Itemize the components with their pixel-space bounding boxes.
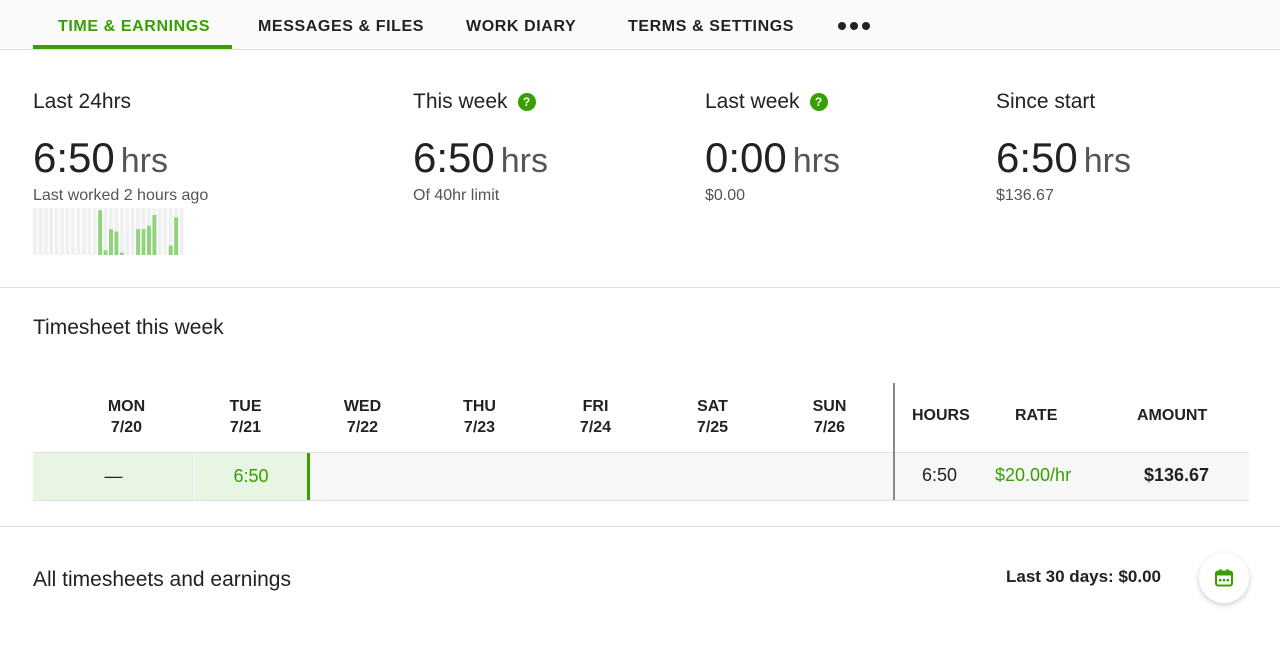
sparkline-bar xyxy=(141,229,146,255)
timesheet-amount: $136.67 xyxy=(1144,465,1210,485)
more-horizontal-icon[interactable] xyxy=(838,22,870,30)
sparkline-slot xyxy=(49,208,54,255)
sparkline-slot xyxy=(76,208,81,255)
day-header-fri: FRI 7/24 xyxy=(579,398,612,436)
stat-this-week-value: 6:50 hrs xyxy=(413,134,548,181)
stat-this-week-sub: Of 40hr limit xyxy=(413,187,500,204)
stat-since-start-label: Since start xyxy=(996,90,1096,113)
sparkline-bar xyxy=(103,250,108,255)
column-header-rate: RATE xyxy=(1015,407,1058,424)
all-timesheets-title: All timesheets and earnings xyxy=(33,568,291,591)
sparkline-slot xyxy=(81,208,86,255)
totals-separator xyxy=(893,383,895,500)
sparkline-slot xyxy=(130,208,135,255)
sparkline-bar xyxy=(114,231,119,255)
sparkline-bar xyxy=(136,229,141,255)
sparkline-slot xyxy=(33,208,37,255)
sparkline-slot xyxy=(43,208,48,255)
section-divider xyxy=(0,526,1280,527)
sparkline-slot xyxy=(125,208,130,255)
column-header-hours: HOURS xyxy=(912,407,970,424)
column-header-amount: AMOUNT xyxy=(1137,407,1208,424)
sparkline-slot xyxy=(60,208,65,255)
sparkline-slot xyxy=(54,208,59,255)
stat-last24-sub: Last worked 2 hours ago xyxy=(33,187,209,204)
stat-last24-label: Last 24hrs xyxy=(33,90,132,113)
day-header-thu: THU 7/23 xyxy=(463,398,496,436)
help-icon[interactable]: ? xyxy=(517,93,536,111)
day-header-tue: TUE 7/21 xyxy=(229,398,262,436)
activity-sparkline xyxy=(33,208,184,255)
sparkline-bar xyxy=(168,245,173,255)
stat-last-week-sub: $0.00 xyxy=(705,187,746,204)
stat-since-start-sub: $136.67 xyxy=(996,187,1054,204)
sparkline-slot xyxy=(179,208,184,255)
tab-terms-settings[interactable]: TERMS & SETTINGS xyxy=(628,18,794,36)
sparkline-slot xyxy=(119,208,124,255)
calendar-button[interactable] xyxy=(1199,553,1249,603)
sparkline-bar xyxy=(147,225,151,255)
sparkline-slot xyxy=(87,208,92,255)
sparkline-bar xyxy=(98,210,103,255)
sparkline-slot xyxy=(71,208,75,255)
sparkline-bar xyxy=(109,229,113,255)
timesheet-title: Timesheet this week xyxy=(33,316,224,339)
today-indicator xyxy=(307,453,310,500)
sparkline-slot xyxy=(65,208,70,255)
calendar-icon xyxy=(1215,569,1233,587)
day-header-mon: MON 7/20 xyxy=(107,398,146,436)
day-header-sat: SAT 7/25 xyxy=(696,398,729,436)
sparkline-slot xyxy=(38,208,43,255)
timesheet-rate: $20.00/hr xyxy=(995,465,1072,485)
timesheet-cell-tue[interactable]: 6:50 xyxy=(195,453,307,500)
tab-bar: TIME & EARNINGS MESSAGES & FILES WORK DI… xyxy=(0,0,1280,50)
sparkline-slot xyxy=(92,208,97,255)
tab-work-diary[interactable]: WORK DIARY xyxy=(466,18,576,36)
sparkline-bar xyxy=(174,217,179,255)
sparkline-slot xyxy=(163,208,168,255)
section-divider xyxy=(0,287,1280,288)
sparkline-bar xyxy=(119,252,124,255)
last-30-days-total: Last 30 days: $0.00 xyxy=(1006,567,1161,586)
day-header-sun: SUN 7/26 xyxy=(812,398,847,436)
timesheet-cell-mon[interactable]: — xyxy=(33,453,194,500)
sparkline-slot xyxy=(103,208,108,255)
tab-time-earnings[interactable]: TIME & EARNINGS xyxy=(58,18,210,36)
tab-messages-files[interactable]: MESSAGES & FILES xyxy=(258,18,424,36)
sparkline-bar xyxy=(152,215,157,255)
help-icon[interactable]: ? xyxy=(809,93,828,111)
active-tab-indicator xyxy=(33,45,232,49)
sparkline-slot xyxy=(157,208,162,255)
stat-since-start-value: 6:50 hrs xyxy=(996,134,1131,181)
timesheet-total-hours: 6:50 xyxy=(922,465,958,485)
stat-this-week-label: This week ? xyxy=(413,90,536,114)
stat-last-week-label: Last week ? xyxy=(705,90,828,114)
stat-last24-value: 6:50 hrs xyxy=(33,134,168,181)
day-header-wed: WED 7/22 xyxy=(343,398,382,436)
stat-last-week-value: 0:00 hrs xyxy=(705,134,840,181)
